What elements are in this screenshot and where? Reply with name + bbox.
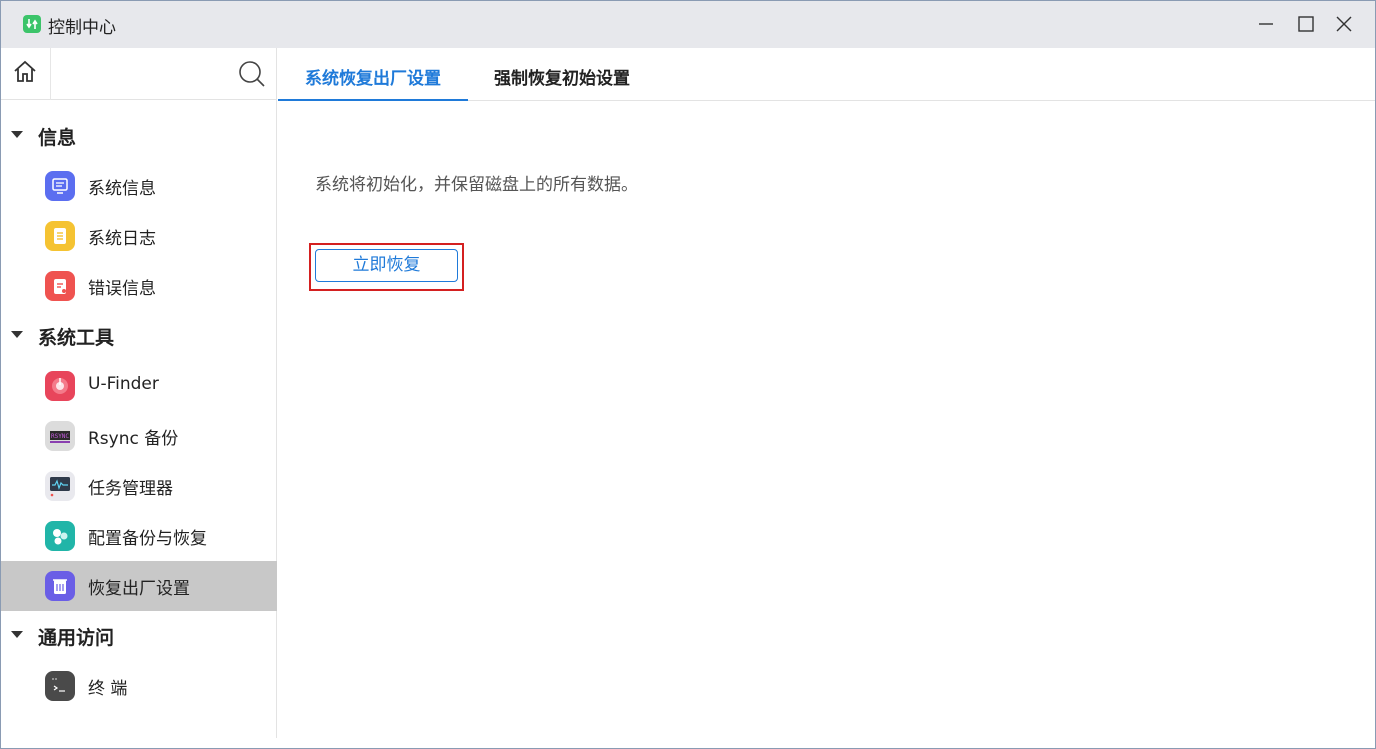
group-system-tools-header[interactable]: 系统工具 <box>1 311 277 361</box>
maximize-icon <box>1298 16 1314 32</box>
group-info-header[interactable]: 信息 <box>1 111 277 161</box>
sidebar-item-label: 系统日志 <box>88 229 156 249</box>
maximize-button[interactable] <box>1291 9 1321 39</box>
sidebar-item-task-manager[interactable]: 任务管理器 <box>1 461 277 511</box>
group-general-access-label: 通用访问 <box>38 627 115 649</box>
tab-system-factory-reset[interactable]: 系统恢复出厂设置 <box>278 48 468 101</box>
config-backup-icon <box>45 521 75 551</box>
sidebar-item-label: 终 端 <box>88 679 128 699</box>
factory-reset-icon <box>45 571 75 601</box>
caret-down-icon <box>11 631 23 638</box>
search-icon <box>239 61 265 87</box>
sidebar: 信息 系统信息 系统日志 错误信息 系统工具 U-Finder RSYNC Rs… <box>1 48 277 738</box>
minimize-button[interactable] <box>1251 9 1281 39</box>
sidebar-item-label: 错误信息 <box>88 279 156 299</box>
home-icon <box>14 60 36 82</box>
caret-down-icon <box>11 131 23 138</box>
sidebar-item-u-finder[interactable]: U-Finder <box>1 361 277 411</box>
task-manager-icon <box>45 471 75 501</box>
sidebar-item-system-info[interactable]: 系统信息 <box>1 161 277 211</box>
sidebar-item-label: 系统信息 <box>88 179 156 199</box>
app-logo-icon <box>23 15 41 33</box>
system-info-icon <box>45 171 75 201</box>
group-info-label: 信息 <box>38 127 77 149</box>
window-title: 控制中心 <box>48 18 116 38</box>
sidebar-item-label: Rsync 备份 <box>88 429 179 449</box>
sidebar-item-terminal[interactable]: 终 端 <box>1 661 277 711</box>
svg-text:RSYNC: RSYNC <box>51 433 69 440</box>
title-bar: 控制中心 <box>1 1 1375 48</box>
sidebar-item-label: 配置备份与恢复 <box>88 529 207 549</box>
search-button[interactable] <box>237 59 267 89</box>
group-system-tools-label: 系统工具 <box>38 327 115 349</box>
sidebar-item-rsync[interactable]: RSYNC Rsync 备份 <box>1 411 277 461</box>
main-panel: 系统恢复出厂设置 强制恢复初始设置 系统将初始化，并保留磁盘上的所有数据。 立即… <box>278 48 1375 738</box>
sidebar-item-factory-reset[interactable]: 恢复出厂设置 <box>1 561 277 611</box>
tab-force-reset[interactable]: 强制恢复初始设置 <box>470 48 654 101</box>
tab-bar: 系统恢复出厂设置 强制恢复初始设置 <box>278 48 1375 101</box>
system-log-icon <box>45 221 75 251</box>
sidebar-item-config-backup[interactable]: 配置备份与恢复 <box>1 511 277 561</box>
group-general-access-header[interactable]: 通用访问 <box>1 611 277 661</box>
sidebar-item-label: U-Finder <box>88 374 159 394</box>
close-icon <box>1336 16 1352 32</box>
control-center-window: 控制中心 信息 系统信息 系统日志 错误信息 系统工具 U-Finder RSY… <box>0 0 1376 749</box>
sidebar-item-system-log[interactable]: 系统日志 <box>1 211 277 261</box>
reset-description: 系统将初始化，并保留磁盘上的所有数据。 <box>315 175 638 195</box>
terminal-icon <box>45 671 75 701</box>
error-info-icon <box>45 271 75 301</box>
sidebar-item-label: 任务管理器 <box>88 479 173 499</box>
rsync-icon: RSYNC <box>45 421 75 451</box>
home-button[interactable] <box>1 48 51 100</box>
sidebar-item-label: 恢复出厂设置 <box>88 579 190 599</box>
sidebar-toolbar <box>1 48 277 100</box>
minimize-icon <box>1259 23 1273 25</box>
sidebar-item-error-info[interactable]: 错误信息 <box>1 261 277 311</box>
u-finder-icon <box>45 371 75 401</box>
restore-now-button[interactable]: 立即恢复 <box>315 249 458 282</box>
close-button[interactable] <box>1329 9 1359 39</box>
caret-down-icon <box>11 331 23 338</box>
